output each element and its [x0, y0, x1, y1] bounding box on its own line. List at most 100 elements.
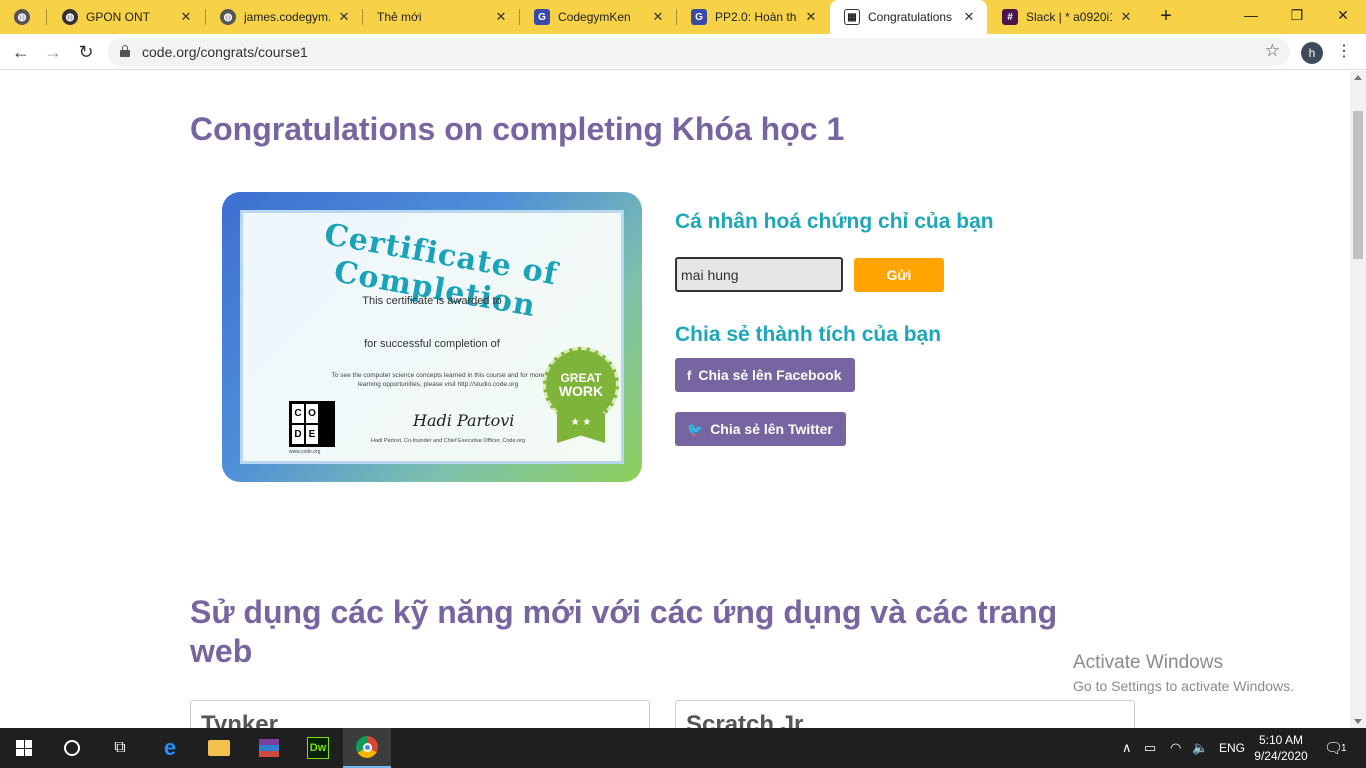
g-icon: G — [691, 9, 707, 25]
close-icon[interactable]: ✕ — [336, 9, 352, 25]
close-icon[interactable]: ✕ — [803, 9, 819, 25]
facebook-icon: f — [687, 368, 692, 383]
tab-slack[interactable]: # Slack | * a0920i1 ✕ — [988, 0, 1144, 34]
new-tab-button[interactable]: + — [1154, 4, 1178, 28]
address-bar[interactable]: code.org/congrats/course1 ☆ — [108, 38, 1290, 66]
app-card-title: Tynker — [201, 711, 278, 728]
close-icon[interactable]: ✕ — [1118, 9, 1134, 25]
certificate-name-input[interactable] — [675, 257, 843, 292]
scroll-down-icon[interactable] — [1354, 719, 1362, 724]
logo-blank — [320, 404, 332, 423]
certificate-heading: Certificate of Completion — [321, 217, 561, 325]
watermark-line2: Go to Settings to activate Windows. — [1073, 678, 1294, 694]
battery-icon[interactable]: ▭ — [1144, 728, 1156, 768]
watermark-line1: Activate Windows — [1073, 652, 1223, 673]
logo-letter: C — [292, 404, 304, 423]
taskbar-clock[interactable]: 5:10 AM 9/24/2020 — [1245, 732, 1317, 764]
share-facebook-label: Chia sẻ lên Facebook — [698, 367, 842, 383]
forward-arrow-icon[interactable]: → — [41, 40, 65, 64]
profile-avatar[interactable]: h — [1301, 42, 1323, 64]
clock-time: 5:10 AM — [1258, 733, 1304, 747]
lock-icon — [120, 45, 130, 58]
url-text[interactable]: code.org/congrats/course1 — [142, 44, 308, 60]
great-work-badge: GREAT WORK — [543, 347, 619, 423]
close-icon[interactable]: ✕ — [650, 9, 666, 25]
submit-name-button[interactable]: Gửi — [854, 258, 944, 292]
tab-pinned[interactable]: ◍ — [0, 0, 46, 34]
reload-icon[interactable]: ↻ — [74, 40, 98, 64]
volume-icon[interactable]: 🔈 — [1192, 728, 1208, 768]
winrar-icon[interactable] — [245, 728, 293, 768]
certificate-image: Certificate of Completion This certifica… — [222, 192, 642, 482]
tray-chevron-icon[interactable]: ∧ — [1122, 728, 1132, 768]
certificate-signature: Hadi Partovi — [413, 411, 515, 430]
g-icon: G — [534, 9, 550, 25]
back-arrow-icon[interactable]: ← — [9, 40, 33, 64]
tab-codegymken[interactable]: G CodegymKen ✕ — [520, 0, 676, 34]
notification-count: 1 — [1341, 742, 1347, 754]
certificate-logo-url: www.code.org — [289, 449, 321, 455]
tab-title: Thẻ mới — [377, 10, 422, 24]
dreamweaver-icon[interactable]: Dw — [294, 728, 342, 768]
tab-title: james.codegym.v — [244, 10, 330, 24]
apps-section-title: Sử dụng các kỹ năng mới với các ứng dụng… — [190, 594, 1058, 669]
app-card-tynker[interactable]: Tynker — [190, 700, 650, 728]
logo-blank — [320, 425, 332, 444]
close-icon[interactable]: ✕ — [178, 9, 194, 25]
logo-letter: D — [292, 425, 304, 444]
tab-new-tab[interactable]: Thẻ mới ✕ — [363, 0, 519, 34]
activate-windows-watermark: Activate Windows Go to Settings to activ… — [1073, 652, 1294, 694]
page-viewport: Congratulations on completing Khóa học 1… — [0, 71, 1350, 728]
tab-title: Congratulations | — [868, 10, 955, 24]
scrollbar-thumb[interactable] — [1353, 111, 1363, 259]
windows-icon — [16, 740, 32, 756]
tab-title: GPON ONT — [86, 10, 151, 24]
slack-icon: # — [1002, 9, 1018, 25]
globe-icon: ◍ — [220, 9, 236, 25]
certificate-completion-text: for successful completion of — [364, 338, 500, 350]
logo-letter: O — [306, 404, 318, 423]
tab-title: PP2.0: Hoàn thàn — [715, 10, 797, 24]
windows-taskbar: ⧉ e Dw ∧ ▭ ◠ 🔈 ENG 5:10 AM 9/24/2020 🗨 1 — [0, 728, 1366, 768]
file-explorer-icon[interactable] — [195, 728, 243, 768]
page-title: Congratulations on completing Khóa học 1 — [190, 111, 845, 147]
globe-icon: ◍ — [14, 9, 30, 25]
tab-congratulations[interactable]: ▦ Congratulations | ✕ — [830, 0, 987, 34]
certificate-note: To see the computer science concepts lea… — [331, 372, 545, 388]
personalize-heading: Cá nhân hoá chứng chỉ của bạn — [675, 210, 994, 233]
close-window-button[interactable]: ✕ — [1320, 0, 1366, 34]
language-indicator[interactable]: ENG — [1219, 728, 1245, 768]
menu-dots-icon[interactable]: ⋮ — [1336, 41, 1352, 63]
wifi-icon[interactable]: ◠ — [1170, 728, 1181, 768]
tab-title: CodegymKen — [558, 10, 631, 24]
certificate-signer: Hadi Partovi, Co-founder and Chief Execu… — [371, 438, 525, 444]
minimize-button[interactable]: — — [1228, 0, 1274, 34]
twitter-icon: 🐦 — [687, 422, 704, 437]
browser-toolbar: ← → ↻ code.org/congrats/course1 ☆ h ⋮ — [0, 34, 1366, 70]
page-scrollbar[interactable] — [1350, 71, 1366, 728]
app-card-title: Scratch Jr — [686, 711, 804, 728]
tab-pp2[interactable]: G PP2.0: Hoàn thàn ✕ — [677, 0, 829, 34]
task-view-icon[interactable]: ⧉ — [96, 728, 144, 768]
search-icon[interactable] — [48, 728, 96, 768]
start-button[interactable] — [0, 728, 48, 768]
globe-icon: ◍ — [62, 9, 78, 25]
chrome-icon[interactable] — [343, 728, 391, 768]
close-icon[interactable]: ✕ — [493, 9, 509, 25]
code-org-logo: C O D E — [289, 401, 335, 447]
clock-date: 9/24/2020 — [1254, 749, 1308, 763]
tab-gpon[interactable]: ◍ GPON ONT ✕ — [48, 0, 204, 34]
tab-title: Slack | * a0920i1 — [1026, 10, 1112, 24]
bookmark-star-icon[interactable]: ☆ — [1265, 41, 1280, 61]
tab-james-codegym[interactable]: ◍ james.codegym.v ✕ — [206, 0, 362, 34]
edge-icon[interactable]: e — [146, 728, 194, 768]
badge-line2: WORK — [558, 383, 604, 399]
logo-letter: E — [306, 425, 318, 444]
notification-icon[interactable]: 🗨 1 — [1324, 728, 1347, 768]
close-icon[interactable]: ✕ — [961, 9, 977, 25]
maximize-button[interactable]: ❐ — [1274, 0, 1320, 34]
share-twitter-button[interactable]: 🐦 Chia sẻ lên Twitter — [675, 412, 846, 446]
share-facebook-button[interactable]: f Chia sẻ lên Facebook — [675, 358, 855, 392]
app-card-scratch-jr[interactable]: Scratch Jr — [675, 700, 1135, 728]
scroll-up-icon[interactable] — [1354, 75, 1362, 80]
